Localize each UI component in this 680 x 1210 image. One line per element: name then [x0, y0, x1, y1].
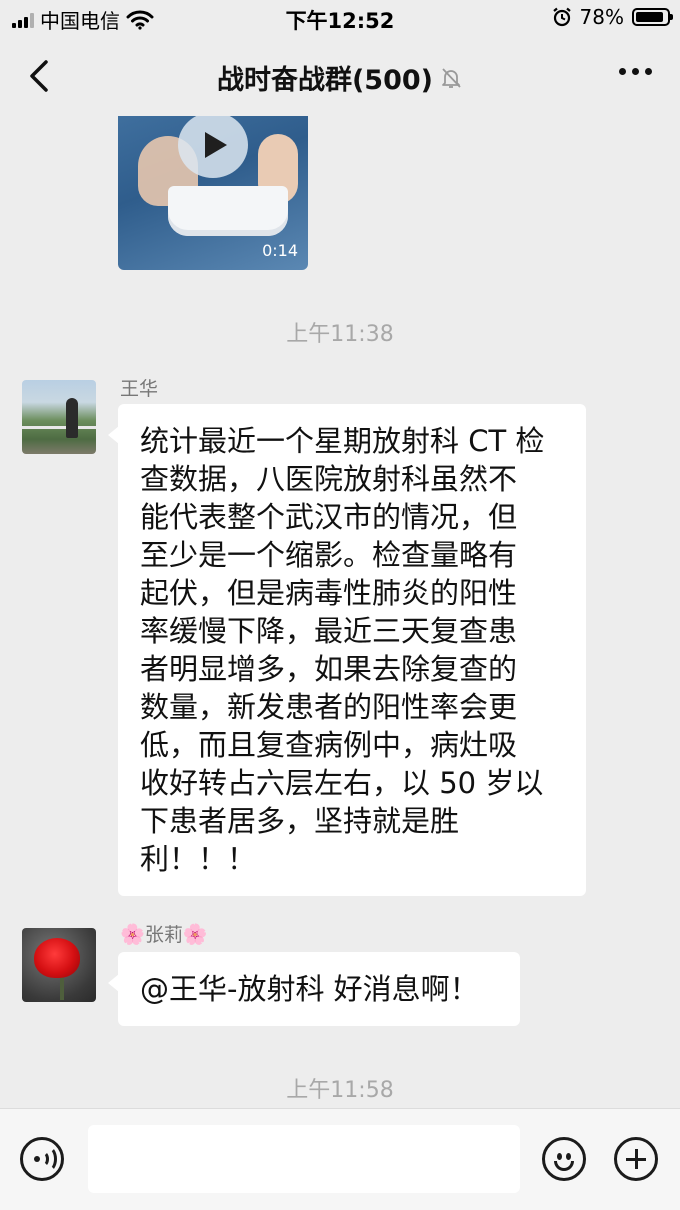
- message-bubble[interactable]: 统计最近一个星期放射科 CT 检 查数据，八医院放射科虽然不 能代表整个武汉市的…: [108, 404, 586, 896]
- message-line: 下患者居多，坚持就是胜: [140, 804, 460, 838]
- sender-name-text: 张莉: [144, 924, 183, 946]
- input-bar: [0, 1108, 680, 1210]
- flower-emoji: 🌸: [120, 922, 145, 946]
- chat-header: 战时奋战群(500): [0, 36, 680, 116]
- message-line: 利！！！: [140, 842, 257, 876]
- message-list[interactable]: 0:14 上午11:38 王华 统计最近一个星期放射科 CT 检 查数据，八医院…: [0, 116, 680, 1108]
- message-line: 收好转占六层左右，以 50 岁以: [140, 766, 544, 800]
- status-right: 78%: [552, 5, 673, 29]
- message-line: 数量，新发患者的阳性率会更: [140, 690, 518, 724]
- chat-title-group: 战时奋战群(500): [0, 58, 680, 97]
- avatar[interactable]: [22, 928, 96, 1002]
- sender-name: 王华: [120, 378, 159, 400]
- voice-icon[interactable]: [20, 1137, 64, 1181]
- message-input[interactable]: [88, 1125, 520, 1193]
- play-icon[interactable]: [178, 116, 248, 178]
- message-line: 至少是一个缩影。检查量略有: [140, 538, 518, 572]
- message-timestamp: 上午11:58: [286, 1078, 394, 1103]
- sender-name: 🌸张莉🌸: [120, 920, 208, 947]
- message-bubble[interactable]: @王华-放射科 好消息啊！: [108, 952, 520, 1026]
- message-line: 统计最近一个星期放射科 CT 检: [140, 424, 545, 458]
- message-line: 者明显增多，如果去除复查的: [140, 652, 518, 686]
- message-timestamp: 上午11:38: [286, 322, 394, 347]
- battery-icon: [632, 8, 673, 26]
- message-line: 能代表整个武汉市的情况，但: [140, 500, 518, 534]
- message-line: 率缓慢下降，最近三天复查患: [140, 614, 518, 648]
- video-duration: 0:14: [262, 241, 298, 260]
- video-message[interactable]: 0:14: [118, 116, 308, 270]
- message-line: 低，而且复查病例中，病灶吸: [140, 728, 518, 762]
- mute-bell-icon: [442, 67, 461, 88]
- flower-emoji: 🌸: [182, 922, 208, 946]
- emoji-icon[interactable]: [542, 1137, 586, 1181]
- avatar[interactable]: [22, 380, 96, 454]
- alarm-icon: [552, 7, 571, 27]
- status-bar: 中国电信 下午12:52 78%: [0, 0, 680, 36]
- chat-title: 战时奋战群(500): [216, 65, 434, 96]
- plus-icon[interactable]: [614, 1137, 658, 1181]
- message-text: @王华-放射科 好消息啊！: [140, 972, 479, 1006]
- message-line: 查数据，八医院放射科虽然不: [140, 462, 518, 496]
- more-icon[interactable]: [619, 68, 652, 75]
- battery-percent: 78%: [579, 5, 624, 29]
- message-line: 起伏，但是病毒性肺炎的阳性: [140, 576, 518, 610]
